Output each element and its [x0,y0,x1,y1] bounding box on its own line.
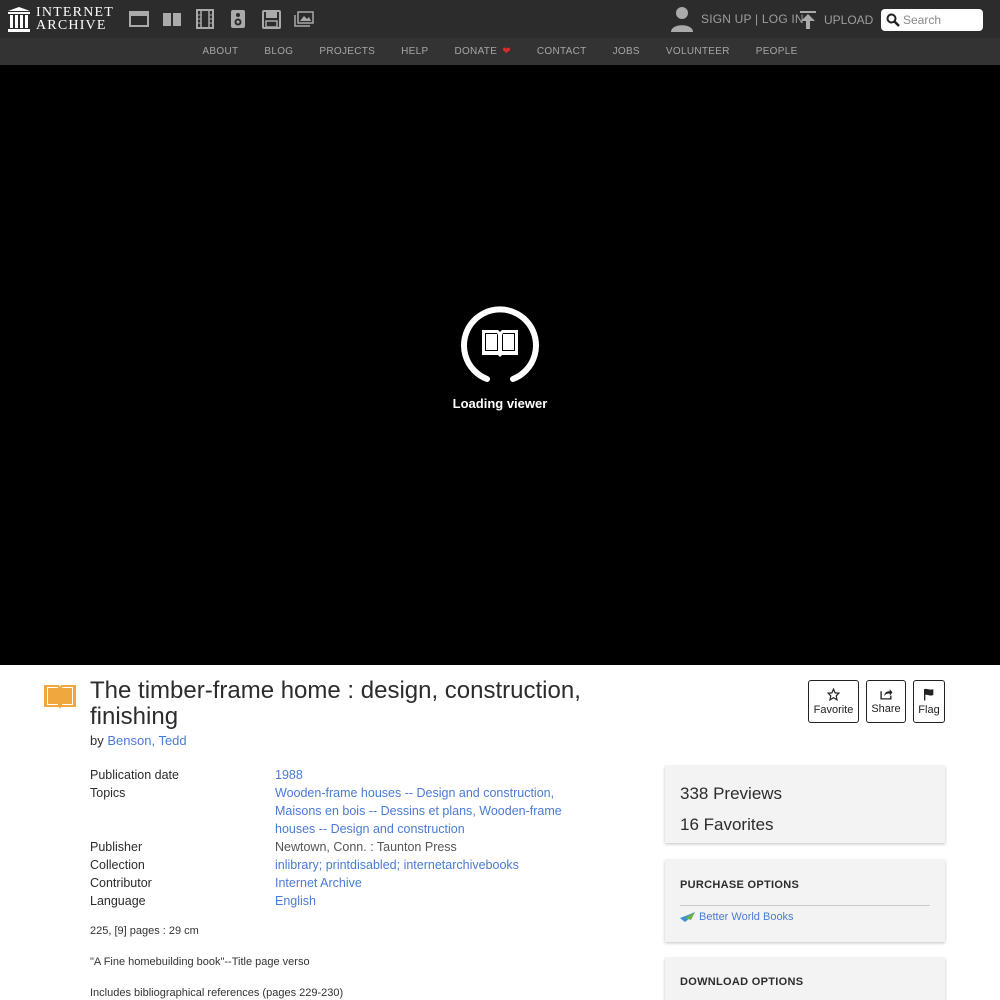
byline: by Benson, Tedd [90,733,187,748]
texts-icon[interactable] [161,9,183,29]
loading-spinner-icon [461,306,539,382]
language-label: Language [90,894,146,908]
publication-date-link[interactable]: 1988 [275,768,303,782]
share-button[interactable]: Share [866,680,906,723]
by-prefix: by [90,733,104,748]
flag-button[interactable]: Flag [913,680,945,723]
purchase-options-panel: PURCHASE OPTIONS Better World Books [665,860,945,942]
nav-jobs[interactable]: JOBS [613,46,640,57]
divider [680,905,930,906]
collection-label: Collection [90,858,145,872]
nav-projects[interactable]: PROJECTS [319,46,375,57]
upload-icon [800,11,816,29]
previews-count: 338 Previews [680,784,783,803]
download-options-heading: DOWNLOAD OPTIONS [680,976,804,988]
upload-label: UPLOAD [824,13,874,27]
secondary-nav: ABOUT BLOG PROJECTS HELP DONATE ❤ CONTACT… [0,38,1000,65]
topic-link[interactable]: Maisons en bois -- Dessins et plans [275,804,472,818]
metadata-row-topics: Topics Wooden-frame houses -- Design and… [90,784,590,838]
contributor-link[interactable]: Internet Archive [275,876,362,890]
web-icon[interactable] [128,9,150,29]
images-icon[interactable] [293,9,315,29]
metadata-row-language: Language English [90,892,590,910]
archive-building-icon [8,6,30,32]
topics-label: Topics [90,786,126,800]
topic-link[interactable]: Wooden-frame houses -- Design and constr… [275,786,551,800]
download-options-panel: DOWNLOAD OPTIONS [665,958,945,1000]
publisher-label: Publisher [90,840,143,854]
audio-icon[interactable] [227,9,249,29]
share-label: Share [871,703,901,715]
texts-book-icon [44,685,76,709]
description-line: Includes bibliographical references (pag… [90,987,344,999]
publisher-value: Newtown, Conn. : Taunton Press [275,840,457,854]
author-link[interactable]: Benson, Tedd [107,733,186,748]
favorite-label: Favorite [813,703,854,716]
auth-links[interactable]: SIGN UP | LOG IN [701,12,804,26]
collection-link[interactable]: inlibrary [275,858,319,872]
favorites-count: 16 Favorites [680,815,774,834]
nav-donate[interactable]: DONATE ❤ [454,46,510,57]
media-type-nav [128,9,326,29]
video-icon[interactable] [194,9,216,29]
better-world-books-icon [680,912,695,922]
contributor-label: Contributor [90,876,152,890]
item-metadata: Publication date 1988 Topics Wooden-fram… [90,766,590,910]
upload-button[interactable]: UPLOAD [800,11,873,29]
item-title: The timber-frame home : design, construc… [90,677,581,730]
description-line: 225, [9] pages : 29 cm [90,925,199,937]
share-icon [879,689,892,700]
collection-link[interactable]: printdisabled [326,858,397,872]
metadata-row-publication-date: Publication date 1988 [90,766,590,784]
better-world-books-label: Better World Books [699,911,794,923]
software-icon[interactable] [260,9,282,29]
user-icon [671,7,693,32]
description-line: "A Fine homebuilding book"--Title page v… [90,956,310,968]
purchase-options-heading: PURCHASE OPTIONS [680,879,800,891]
nav-contact[interactable]: CONTACT [537,46,587,57]
internet-archive-logo[interactable]: INTERNET ARCHIVE [8,6,114,33]
nav-volunteer[interactable]: VOLUNTEER [666,46,730,57]
metadata-row-contributor: Contributor Internet Archive [90,874,590,892]
nav-donate-label: DONATE [454,46,498,57]
search-box[interactable] [881,9,983,31]
heart-icon: ❤ [502,46,511,57]
collection-link[interactable]: internetarchivebooks [404,858,519,872]
collection-value: inlibrary; printdisabled; internetarchiv… [275,858,519,872]
nav-about[interactable]: ABOUT [202,46,238,57]
book-viewer[interactable]: Loading viewer [0,65,1000,665]
nav-people[interactable]: PEOPLE [756,46,798,57]
top-nav-bar: INTERNET ARCHIVE SIGN UP | LOG IN UPLOAD [0,0,1000,38]
better-world-books-link[interactable]: Better World Books [680,911,930,923]
flag-icon [923,688,934,700]
search-input[interactable] [903,13,979,27]
nav-help[interactable]: HELP [401,46,428,57]
logo-wordmark: INTERNET ARCHIVE [36,6,114,33]
metadata-row-collection: Collection inlibrary; printdisabled; int… [90,856,590,874]
nav-blog[interactable]: BLOG [264,46,293,57]
flag-label: Flag [918,703,940,716]
search-icon[interactable] [886,13,900,27]
loading-text: Loading viewer [452,396,548,411]
star-icon [827,687,840,701]
topics-value: Wooden-frame houses -- Design and constr… [275,786,562,836]
logo-line-2: ARCHIVE [36,18,107,33]
user-menu[interactable] [670,6,694,32]
favorite-button[interactable]: Favorite [808,680,859,723]
publication-date-label: Publication date [90,768,179,782]
stats-panel: 338 Previews 16 Favorites [665,766,945,843]
metadata-row-publisher: Publisher Newtown, Conn. : Taunton Press [90,838,590,856]
language-link[interactable]: English [275,894,316,908]
